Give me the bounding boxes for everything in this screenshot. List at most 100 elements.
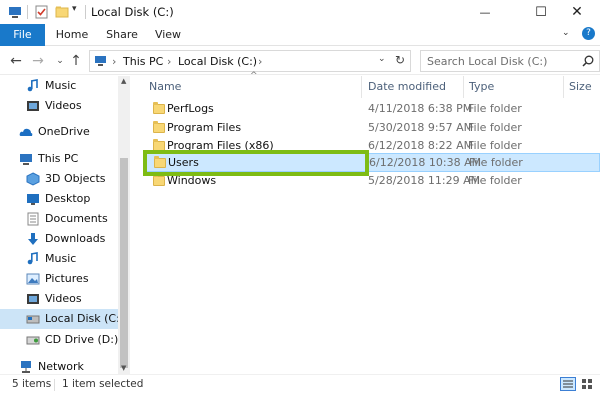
file-name: Program Files <box>167 121 242 134</box>
nav-item-pictures[interactable]: Pictures <box>0 269 118 289</box>
nav-item-music[interactable]: Music <box>0 249 118 269</box>
details-view-icon <box>563 380 573 388</box>
close-button[interactable]: ✕ <box>554 0 600 24</box>
file-list: ^ Name Date modified Type Size PerfLogs … <box>130 71 600 374</box>
titlebar-divider <box>27 5 28 19</box>
column-divider[interactable] <box>361 76 362 98</box>
file-type: File folder <box>469 156 523 169</box>
nav-item-label: This PC <box>38 152 79 165</box>
status-bar: 5 items 1 item selected <box>0 374 600 394</box>
breadcrumb-separator-icon: › <box>167 55 172 68</box>
scroll-down-arrow-icon[interactable]: ▼ <box>121 364 126 372</box>
nav-item-this-pc[interactable]: This PC <box>0 149 118 169</box>
pictures-icon <box>26 273 40 285</box>
nav-scrollbar[interactable]: ▲ ▼ <box>118 76 130 374</box>
nav-item-label: Videos <box>45 292 82 305</box>
window-title: Local Disk (C:) <box>91 5 174 19</box>
scroll-up-arrow-icon[interactable]: ▲ <box>121 77 126 85</box>
column-header-type[interactable]: Type <box>469 80 494 93</box>
nav-item-onedrive[interactable]: OneDrive <box>0 122 118 142</box>
ribbon-tabs: File Home Share View ⌄ ? <box>0 24 600 46</box>
large-icons-view-button[interactable] <box>580 377 596 391</box>
tab-home[interactable]: Home <box>50 24 94 46</box>
forward-button[interactable]: → <box>29 52 47 70</box>
column-header-date[interactable]: Date modified <box>368 80 446 93</box>
nav-item-videos[interactable]: Videos <box>0 96 118 116</box>
file-row-perflogs[interactable]: PerfLogs 4/11/2018 6:38 PM File folder <box>145 100 600 119</box>
search-input[interactable]: Search Local Disk (C:) <box>427 55 547 68</box>
nav-item-label: OneDrive <box>38 125 90 138</box>
search-box[interactable]: Search Local Disk (C:) <box>420 50 600 72</box>
3d-objects-icon <box>26 172 40 186</box>
folder-icon <box>153 174 165 186</box>
nav-item-cd-drive[interactable]: CD Drive (D:) CC <box>0 330 118 350</box>
nav-item-downloads[interactable]: Downloads <box>0 229 118 249</box>
file-date: 4/11/2018 6:38 PM <box>368 102 473 115</box>
nav-scrollbar-thumb[interactable] <box>120 158 128 368</box>
onedrive-icon <box>19 128 33 136</box>
videos-icon <box>27 294 39 304</box>
nav-item-local-disk[interactable]: Local Disk (C:) <box>0 309 118 329</box>
nav-item-3d-objects[interactable]: 3D Objects <box>0 169 118 189</box>
breadcrumb-separator-icon: › <box>258 55 263 68</box>
help-icon[interactable]: ? <box>582 27 595 40</box>
nav-item-music[interactable]: Music <box>0 76 118 96</box>
refresh-icon[interactable]: ↻ <box>395 53 405 67</box>
navigation-pane: Music Videos OneDrive This PC 3D Objects… <box>0 76 118 374</box>
drive-icon <box>26 315 40 324</box>
nav-item-label: Documents <box>45 212 108 225</box>
sort-ascending-icon: ^ <box>250 71 258 81</box>
expand-ribbon-icon[interactable]: ⌄ <box>562 28 570 38</box>
file-type: File folder <box>468 102 522 115</box>
column-divider[interactable] <box>463 76 464 98</box>
column-header-name[interactable]: Name <box>149 80 181 93</box>
file-type: File folder <box>468 121 522 134</box>
music-icon <box>27 79 38 92</box>
up-button[interactable]: ↑ <box>67 52 85 70</box>
nav-item-documents[interactable]: Documents <box>0 209 118 229</box>
cd-drive-icon <box>26 336 40 345</box>
search-icon[interactable] <box>582 55 594 67</box>
titlebar-divider-2 <box>85 5 86 19</box>
network-icon <box>21 361 31 373</box>
file-date: 6/12/2018 8:22 AM <box>368 139 474 152</box>
folder-icon <box>153 121 165 133</box>
nav-item-label: Pictures <box>45 272 89 285</box>
properties-icon[interactable] <box>34 4 50 20</box>
downloads-icon <box>28 233 38 245</box>
item-count: 5 items <box>12 378 52 390</box>
quick-access-computer-icon[interactable] <box>8 4 24 20</box>
desktop-icon <box>27 194 39 205</box>
details-view-button[interactable] <box>560 377 576 391</box>
tab-view[interactable]: View <box>148 24 188 46</box>
address-dropdown-icon[interactable]: ⌄ <box>378 54 386 64</box>
breadcrumb-this-pc[interactable]: This PC <box>123 55 163 68</box>
customize-toolbar-icon[interactable]: ▾ <box>72 4 77 14</box>
file-name: PerfLogs <box>167 102 214 115</box>
breadcrumb-local-disk[interactable]: Local Disk (C:) <box>178 55 257 68</box>
minimize-button[interactable]: — <box>462 0 508 24</box>
nav-item-label: Network <box>38 360 84 373</box>
new-folder-icon[interactable] <box>54 4 70 20</box>
tab-share[interactable]: Share <box>100 24 144 46</box>
file-date: 6/12/2018 10:38 AM <box>369 156 482 169</box>
nav-item-network[interactable]: Network <box>0 357 118 374</box>
nav-item-label: CD Drive (D:) CC <box>45 333 118 346</box>
back-button[interactable]: ← <box>7 52 25 70</box>
this-pc-icon <box>20 154 32 165</box>
large-icons-view-icon <box>582 379 592 389</box>
nav-item-label: Videos <box>45 99 82 112</box>
status-divider <box>54 379 55 391</box>
breadcrumb-separator-icon: › <box>112 55 117 68</box>
file-row-program-files[interactable]: Program Files 5/30/2018 9:57 AM File fol… <box>145 119 600 138</box>
tab-file[interactable]: File <box>0 24 45 46</box>
file-type: File folder <box>468 139 522 152</box>
address-row: ← → ⌄ ↑ › This PC › Local Disk (C:) › ⌄ … <box>0 47 600 75</box>
nav-item-desktop[interactable]: Desktop <box>0 189 118 209</box>
column-header-size[interactable]: Size <box>569 80 592 93</box>
address-bar[interactable]: › This PC › Local Disk (C:) › ⌄ ↻ <box>89 50 411 72</box>
nav-item-videos[interactable]: Videos <box>0 289 118 309</box>
column-divider[interactable] <box>563 76 564 98</box>
file-type: File folder <box>468 174 522 187</box>
nav-item-label: Local Disk (C:) <box>45 312 118 325</box>
